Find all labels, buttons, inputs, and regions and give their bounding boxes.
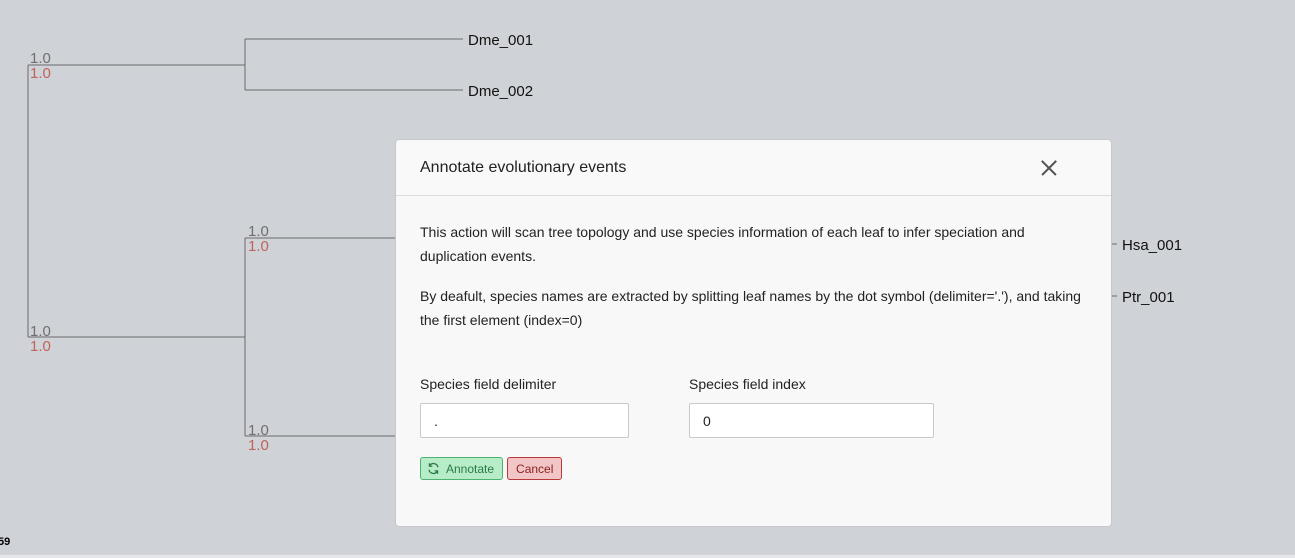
index-label: Species field index [689,376,806,392]
tree-canvas[interactable]: 1.0 1.0 1.0 1.0 1.0 1.0 1.0 1.0 Dme_001 … [0,0,1295,558]
delimiter-label: Species field delimiter [420,376,557,392]
dialog-body: This action will scan tree topology and … [396,196,1111,332]
annotate-dialog: Annotate evolutionary events This action… [395,139,1112,527]
cancel-button[interactable]: Cancel [507,457,563,480]
annotate-button[interactable]: Annotate [420,457,504,480]
support-value-red: 1.0 [30,338,51,355]
support-value-red: 1.0 [248,238,269,255]
delimiter-input[interactable] [420,403,629,438]
dialog-title: Annotate evolutionary events [420,158,627,176]
cancel-button-label: Cancel [516,461,554,476]
dialog-actions: Annotate Cancel [396,457,1111,480]
leaf-label[interactable]: Ptr_001 [1122,289,1175,306]
dialog-header: Annotate evolutionary events [396,140,1111,196]
leaf-label[interactable]: Hsa_001 [1122,237,1182,254]
description-text: This action will scan tree topology and … [420,224,1025,264]
refresh-icon [428,462,439,475]
close-icon[interactable] [1037,156,1061,180]
scale-label: 59 [0,536,10,548]
delimiter-field-group: Species field delimiter [420,376,629,438]
species-form: Species field delimiter Species field in… [396,376,1111,438]
index-field-group: Species field index [689,376,934,438]
index-input[interactable] [689,403,934,438]
description-text: By deafult, species names are extracted … [420,288,1081,328]
support-value-red: 1.0 [248,437,269,454]
annotate-button-label: Annotate [446,461,495,476]
leaf-label[interactable]: Dme_001 [468,32,533,49]
support-value-red: 1.0 [30,65,51,82]
leaf-label[interactable]: Dme_002 [468,83,533,100]
